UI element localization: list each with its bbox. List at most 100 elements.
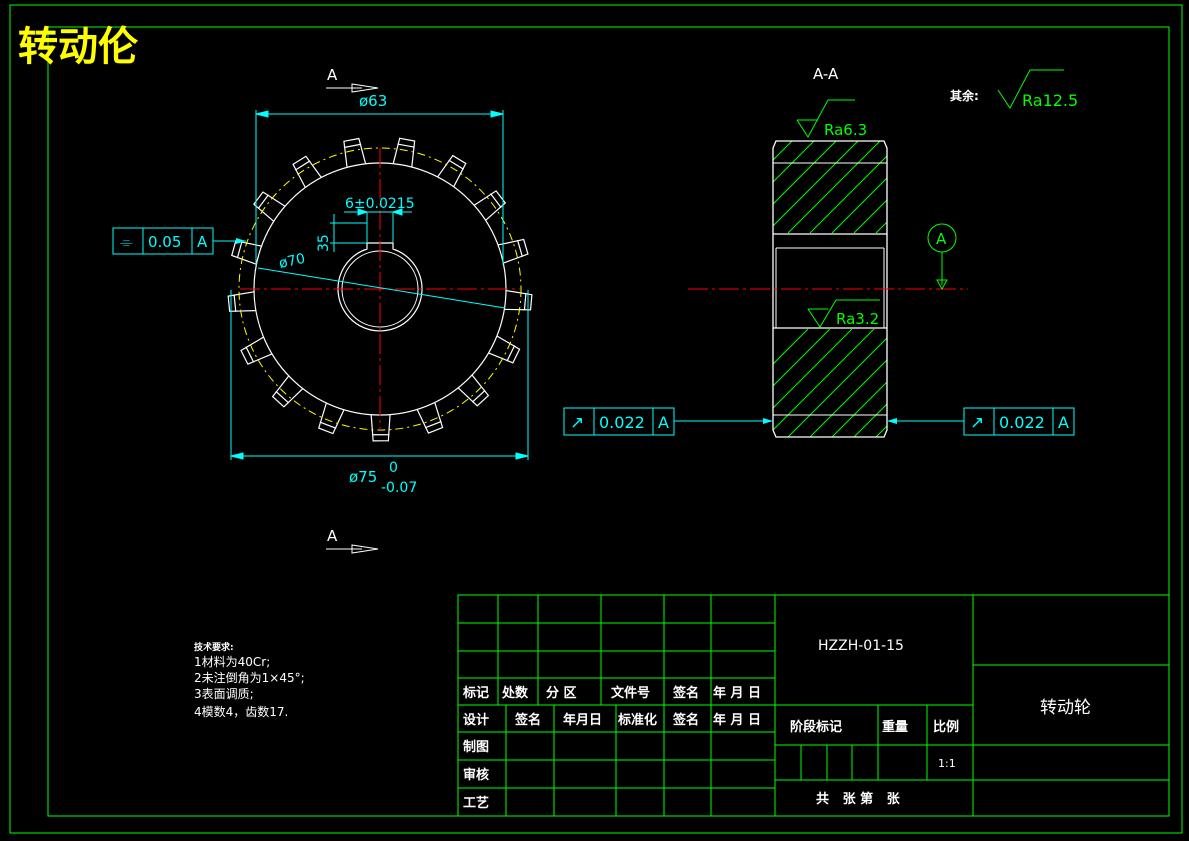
hatch-line: [773, 141, 793, 161]
gear-tooth: [240, 336, 273, 365]
gear-tooth: [253, 191, 286, 222]
roughness-other: 其余: Ra12.5: [950, 69, 1078, 110]
roughness-top-value: Ra6.3: [824, 121, 867, 139]
fcf-runout-right-datum: A: [1058, 413, 1069, 432]
tb-design-4: 标准化: [617, 712, 657, 728]
datum-a: A: [927, 223, 957, 291]
tb-design-6: 年 月 日: [713, 712, 761, 728]
tb-revision-4: 文件号: [611, 685, 650, 701]
dim-keyway-width: 6±0.0215: [345, 196, 415, 212]
gear-tooth: [318, 402, 345, 435]
gear-tooth: [473, 190, 507, 221]
dim-keyway-depth: 35: [316, 234, 332, 252]
tb-scale-value: 1:1: [938, 757, 956, 770]
hatch-line: [809, 155, 887, 233]
hatch-line: [920, 141, 1012, 233]
roughness-bore-value: Ra3.2: [836, 310, 879, 328]
section-mark-top: A: [326, 66, 379, 93]
section-view-label: A-A: [813, 65, 839, 83]
hatch-line: [773, 141, 859, 227]
dim-keyway: 6±0.0215 35: [316, 196, 415, 252]
tb-sheets: 共 张 第 张: [816, 791, 901, 807]
fcf-symmetry-value: 0.05: [148, 233, 181, 251]
tb-process-label: 工艺: [463, 795, 489, 811]
hatch-line: [898, 141, 990, 233]
tb-design-3: 年月日: [563, 712, 602, 728]
roughness-top: Ra6.3: [796, 99, 867, 139]
tb-check-label: 审核: [463, 767, 489, 783]
section-label-top: A: [327, 66, 338, 84]
gear-tooth-chamfer: [319, 421, 337, 429]
tech-item-4: 4模数4，齿数17.: [194, 704, 288, 719]
fcf-runout-right-value: 0.022: [999, 413, 1045, 432]
tech-item-1: 1材料为40Cr;: [194, 655, 270, 669]
fcf-symmetry-datum: A: [197, 233, 208, 251]
gear-tooth-chamfer: [523, 292, 527, 311]
gear-tooth-chamfer: [516, 239, 523, 258]
tb-design-5: 签名: [672, 712, 699, 728]
roughness-other-value: Ra12.5: [1022, 91, 1078, 110]
fcf-runout-right-symbol: ↗: [970, 413, 984, 433]
fcf-symmetry: ⌯ 0.05 A: [112, 227, 246, 255]
hatch-line: [964, 141, 1056, 233]
dim-d75-text: ø75: [349, 468, 377, 486]
hatch-line: [773, 329, 875, 431]
hatch-line: [787, 337, 887, 437]
fcf-runout-left-datum: A: [658, 413, 669, 432]
gear-tooth-chamfer: [233, 294, 237, 312]
title-block-text: 标记 处数 分 区 文件号 签名 年 月 日 设计 签名 年月日 标准化 签名 …: [462, 638, 1091, 811]
gear-tooth: [416, 402, 444, 434]
gear-tooth: [370, 414, 391, 442]
tb-design-1: 设计: [463, 712, 489, 728]
gear-tooth: [437, 154, 467, 188]
hatch-line: [875, 221, 887, 233]
gear-tooth-chamfer: [236, 241, 243, 259]
dim-d75-upper: 0: [389, 460, 398, 476]
hatch-line: [773, 141, 815, 183]
hatch-line: [787, 141, 881, 233]
tb-revision-2: 处数: [501, 685, 529, 701]
tb-revision-1: 标记: [462, 685, 489, 701]
tb-design-2: 签名: [514, 712, 541, 728]
hatch-line: [986, 141, 1078, 233]
tb-drawing-label: 制图: [463, 739, 489, 755]
tb-revision-6: 年 月 日: [713, 685, 761, 701]
tb-part-name: 转动轮: [1040, 698, 1091, 718]
tb-scale: 比例: [933, 719, 959, 735]
gear-tooth: [488, 335, 521, 364]
fcf-runout-left-value: 0.022: [599, 413, 645, 432]
hatch-line: [831, 177, 887, 233]
drawing-sheet: 转动伦 A A ø63 ø75 0 -0.07 ø70 6±0.0215 35 …: [9, 4, 1183, 834]
tech-item-3: 3表面调质;: [194, 687, 254, 701]
fcf-runout-left-symbol: ↗: [570, 413, 584, 433]
dim-d63-text: ø63: [359, 92, 387, 110]
dim-d75-lower: -0.07: [381, 480, 417, 496]
hatch-top: [773, 141, 1078, 233]
tb-stage-mark: 阶段标记: [790, 719, 842, 735]
hatch-line: [853, 199, 887, 233]
tb-revision-5: 签名: [672, 685, 699, 701]
section-label-bottom: A: [327, 527, 338, 545]
gear-tooth: [292, 155, 322, 188]
hatch-line: [773, 141, 837, 205]
drawing-title: 转动伦: [18, 24, 139, 70]
dim-d70: ø70: [257, 251, 506, 309]
dim-d70-text: ø70: [278, 251, 307, 272]
fcf-symmetry-symbol: ⌯: [120, 232, 133, 251]
section-view: [688, 140, 1078, 438]
gear-tooth-chamfer: [424, 420, 442, 429]
tb-revision-3: 分 区: [546, 685, 577, 701]
tb-drawing-no: HZZH-01-15: [818, 638, 904, 654]
tech-heading: 技术要求:: [194, 641, 234, 653]
tech-requirements: 技术要求: 1材料为40Cr; 2未注倒角为1×45°; 3表面调质; 4模数4…: [194, 641, 305, 719]
gear-tooth-chamfer: [397, 143, 415, 148]
roughness-bore: Ra3.2: [807, 299, 880, 328]
gear-tooth: [343, 137, 367, 168]
gear-tooth-chamfer: [343, 143, 362, 149]
gear-tooth-chamfer: [448, 159, 464, 170]
roughness-other-label: 其余:: [950, 88, 979, 103]
section-mark-bottom: A: [326, 527, 379, 554]
hatch-line: [942, 141, 1034, 233]
gear-tooth: [227, 291, 256, 312]
fcf-runout-left: ↗ 0.022 A: [563, 407, 773, 436]
